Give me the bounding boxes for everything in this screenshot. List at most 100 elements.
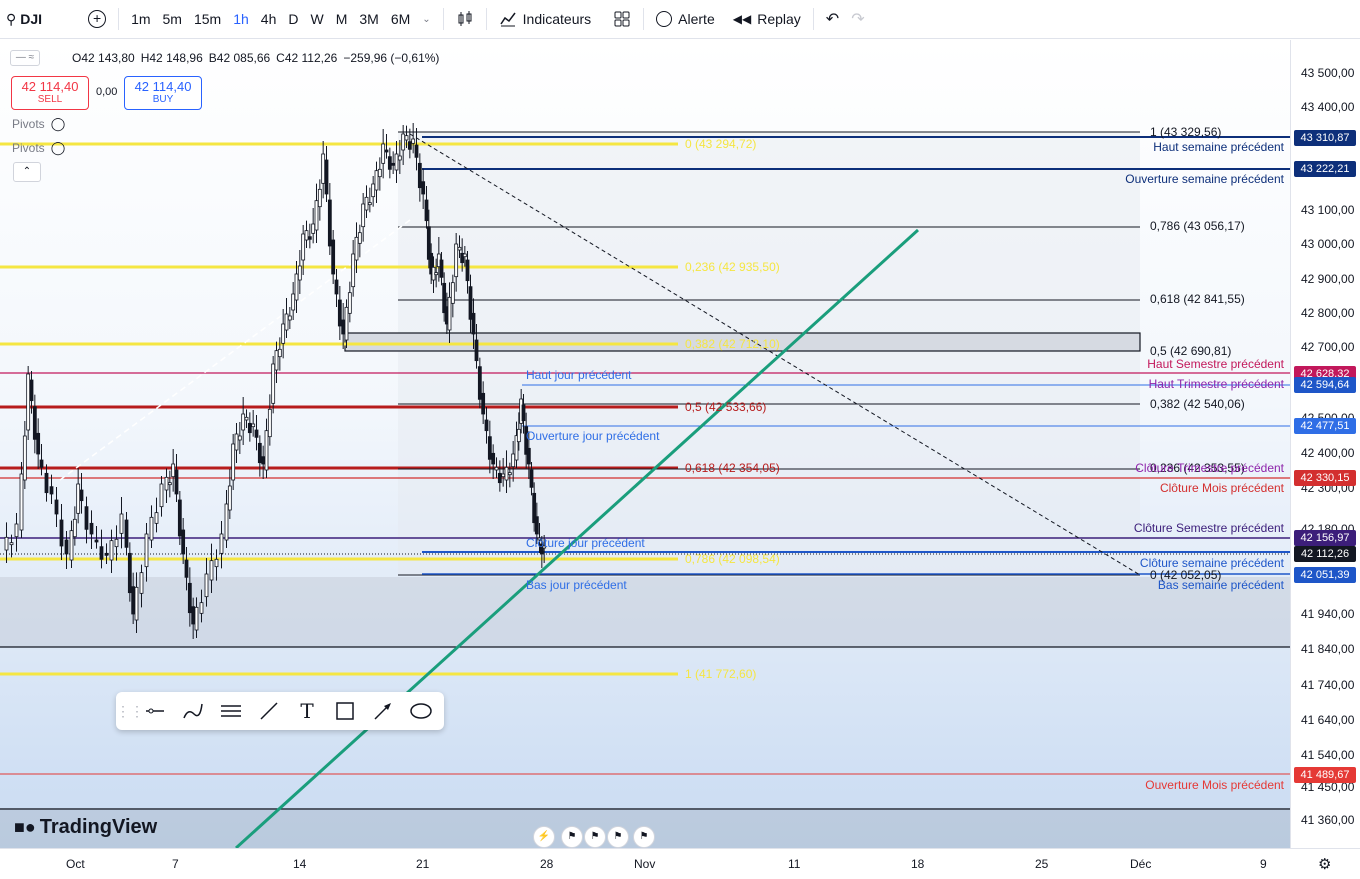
candle-body [468, 286, 473, 320]
candle-body [361, 203, 366, 228]
tf-4h[interactable]: 4h [255, 0, 283, 38]
candle-body [227, 485, 232, 511]
us-flag-event-icon[interactable]: ⚑ [607, 826, 629, 848]
candle-body [414, 144, 419, 158]
candle-body [294, 273, 299, 301]
candle-body [387, 156, 392, 170]
candle-body [194, 606, 199, 631]
candle-body [241, 413, 246, 431]
layouts-button[interactable] [607, 0, 637, 38]
time-tick: 28 [540, 857, 554, 871]
candle-body [487, 436, 492, 460]
parallel-channel-tool[interactable] [212, 692, 250, 730]
candle-body [124, 519, 129, 548]
drag-handle-icon[interactable]: ⋮⋮ [116, 703, 144, 720]
tf-3m[interactable]: 3M [353, 0, 384, 38]
alert-button[interactable]: Alerte [650, 0, 721, 38]
us-flag-event-icon[interactable]: ⚑ [633, 826, 655, 848]
fib-black-0786: 0,786 (43 056,17) [1150, 219, 1245, 233]
brush-tool[interactable] [174, 692, 212, 730]
label-ouverture-jour: Ouverture jour précédent [526, 429, 660, 443]
replay-button[interactable]: ◀◀ Replay [727, 0, 807, 38]
badge-cloture-semestre: 42 156,97 [1294, 530, 1356, 546]
tf-1m[interactable]: 1m [125, 0, 156, 38]
collapse-legend-button[interactable]: ⌃ [13, 162, 41, 182]
candle-body [277, 348, 282, 358]
tf-m[interactable]: M [330, 0, 354, 38]
time-tick: 25 [1035, 857, 1049, 871]
pivots-indicator-2[interactable]: Pivots ◯ [12, 140, 65, 156]
compare-button[interactable]: + [82, 0, 112, 38]
candle-body [381, 143, 386, 164]
drawing-toolbar: ⋮⋮ T [116, 692, 444, 730]
symbol-search[interactable]: ⚲ DJI [0, 0, 48, 38]
time-axis[interactable]: Oct 7 14 21 28 Nov 11 18 25 Déc 9 ⚙ [0, 848, 1360, 879]
ellipse-tool[interactable] [402, 692, 440, 730]
timeframe-dropdown[interactable]: ⌄ [416, 0, 436, 38]
candle-body [39, 459, 44, 468]
arrow-tool[interactable] [364, 692, 402, 730]
tf-15m[interactable]: 15m [188, 0, 227, 38]
lightning-event-icon[interactable]: ⚡ [533, 826, 555, 848]
candle-body [367, 202, 372, 206]
candle-body [511, 453, 516, 468]
settings-gear-icon[interactable]: ⚙ [1318, 855, 1331, 873]
candle-body [287, 315, 292, 321]
candle-body [149, 516, 154, 541]
chart-type-button[interactable] [450, 0, 480, 38]
candle-body [364, 196, 369, 211]
trendline-tool[interactable] [250, 692, 288, 730]
horizontal-line-tool[interactable] [136, 692, 174, 730]
eye-off-icon[interactable]: ◯ [51, 116, 66, 132]
candle-body [191, 606, 196, 625]
candle-body [177, 499, 182, 537]
candle-body [254, 429, 259, 438]
rectangle-tool[interactable] [326, 692, 364, 730]
chart-pane[interactable]: — ≈ O42 143,80 H42 148,96 B42 085,66 C42… [0, 40, 1360, 848]
candle-body [59, 519, 64, 547]
candle-body [171, 463, 176, 478]
indicators-label: Indicateurs [522, 11, 592, 27]
candle-body [504, 466, 509, 481]
tf-1h[interactable]: 1h [227, 0, 255, 38]
badge-haut-semaine: 43 310,87 [1294, 130, 1356, 146]
text-tool[interactable]: T [288, 692, 326, 730]
buy-button[interactable]: 42 114,40 BUY [124, 76, 202, 110]
us-flag-event-icon[interactable]: ⚑ [584, 826, 606, 848]
eye-off-icon[interactable]: ◯ [51, 140, 66, 156]
candle-body [187, 582, 192, 614]
tf-5m[interactable]: 5m [157, 0, 188, 38]
price-tick: 43 400,00 [1301, 100, 1355, 114]
redo-button[interactable]: ↷ [845, 0, 870, 38]
tf-6m[interactable]: 6M [385, 0, 416, 38]
candle-body [384, 149, 389, 153]
candle-body [244, 416, 249, 421]
candle-body [234, 433, 239, 451]
label-cloture-mois: Clôture Mois précédent [1159, 481, 1284, 495]
sell-button[interactable]: 42 114,40 SELL [11, 76, 89, 110]
separator [485, 8, 487, 30]
candle-body [516, 428, 521, 443]
candle-body [281, 323, 286, 344]
label-haut-trimestre: Haut Trimestre précédent [1148, 377, 1284, 391]
fib-zone-shade [398, 132, 1140, 576]
pivots-indicator-1[interactable]: Pivots ◯ [12, 116, 65, 132]
collapse-icon[interactable]: — ≈ [10, 50, 40, 66]
candle-body [99, 546, 104, 560]
sell-price: 42 114,40 [21, 79, 79, 94]
us-flag-event-icon[interactable]: ⚑ [561, 826, 583, 848]
undo-button[interactable]: ↶ [820, 0, 845, 38]
label-bas-semaine: Bas semaine précédent [1157, 578, 1284, 592]
candle-body [434, 272, 439, 276]
buy-label: BUY [152, 94, 174, 105]
candle-body [481, 392, 486, 415]
replay-label: Replay [757, 11, 801, 27]
tv-logo-text: TradingView [39, 816, 158, 838]
brush-icon [183, 703, 203, 719]
pivots-label-2: Pivots [12, 141, 45, 155]
indicators-button[interactable]: Indicateurs [493, 0, 597, 38]
tf-w[interactable]: W [304, 0, 329, 38]
tf-d[interactable]: D [282, 0, 304, 38]
alarm-clock-icon [656, 11, 673, 27]
time-tick: 11 [788, 857, 801, 871]
